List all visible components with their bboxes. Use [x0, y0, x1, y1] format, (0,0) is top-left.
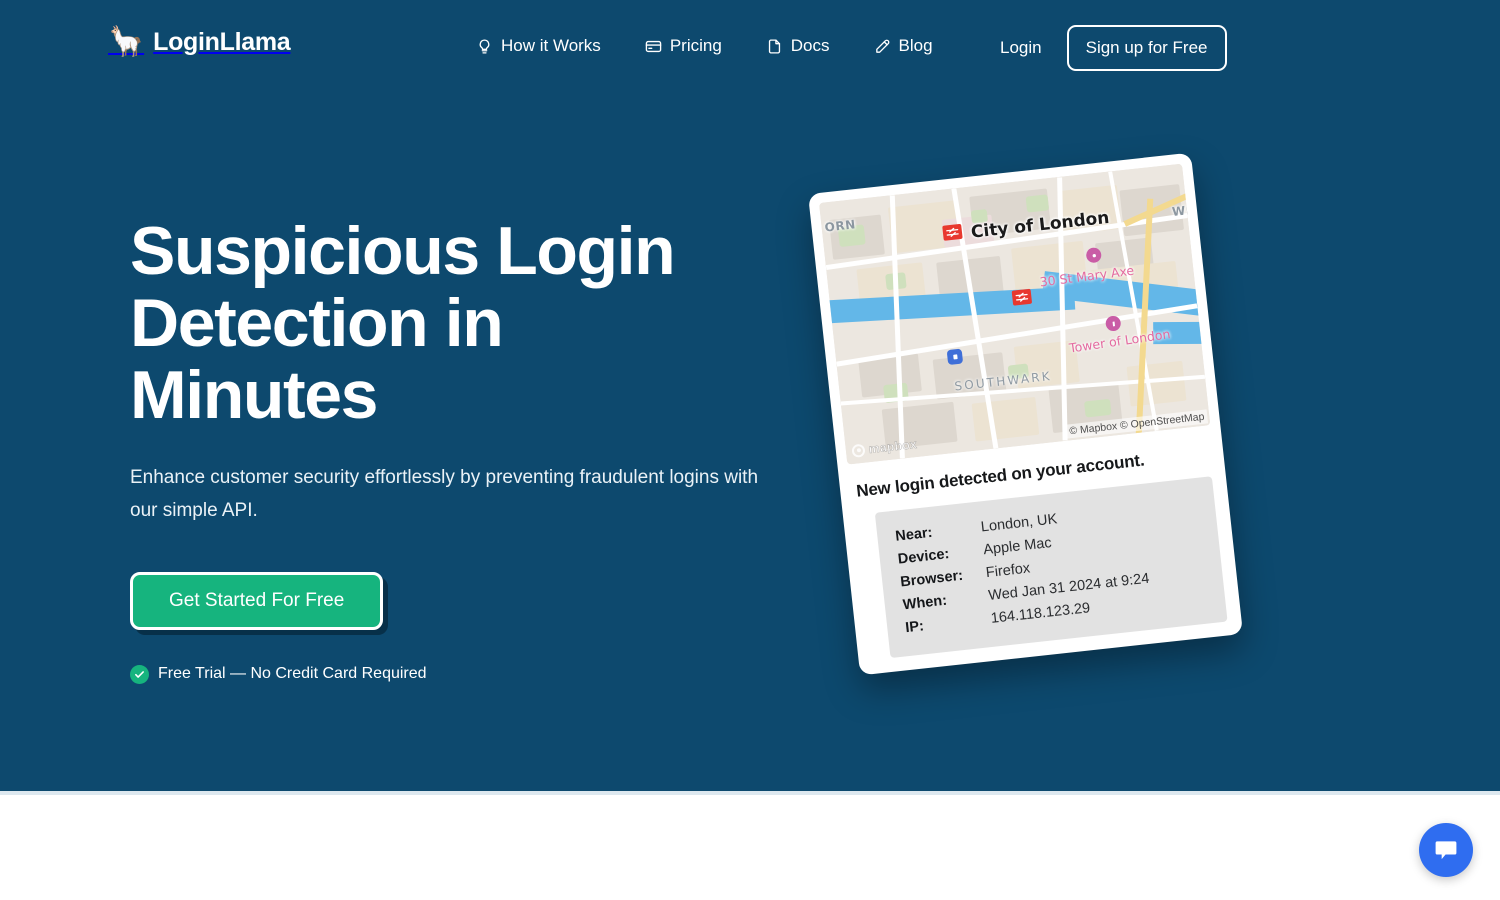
- rail-station-icon-2: [1011, 288, 1033, 306]
- brand-name: LoginLlama: [153, 28, 291, 56]
- chat-bubble-icon: [1433, 837, 1459, 863]
- detail-value: London, UK: [980, 511, 1059, 536]
- nav-item-blog[interactable]: Blog: [874, 36, 933, 56]
- nav-label: How it Works: [501, 36, 601, 55]
- nav-label: Pricing: [669, 36, 722, 55]
- notification-card-stage: City of London 30 St Mary Axe Tower of L…: [807, 152, 1244, 720]
- map-thumbnail[interactable]: City of London 30 St Mary Axe Tower of L…: [819, 163, 1211, 465]
- signup-button[interactable]: Sign up for Free: [1066, 25, 1227, 71]
- detail-value: Apple Mac: [982, 534, 1053, 559]
- transit-poi-icon: [946, 348, 964, 366]
- rail-station-icon: [942, 223, 963, 241]
- mapbox-logo-icon: [851, 443, 866, 458]
- detail-key: Browser:: [899, 567, 964, 591]
- nav-label: Docs: [790, 36, 830, 55]
- header-actions: Login Sign up for Free: [1000, 25, 1227, 71]
- detail-value: 164.118.123.29: [990, 600, 1091, 627]
- hero-section: 🦙 LoginLlama How it Works Pricing Docs B…: [0, 0, 1500, 795]
- credit-card-icon: [645, 38, 662, 55]
- lightbulb-icon: [476, 38, 493, 55]
- pencil-icon: [874, 38, 891, 55]
- brand-logo[interactable]: 🦙 LoginLlama: [108, 26, 291, 58]
- site-header: 🦙 LoginLlama How it Works Pricing Docs B…: [0, 0, 1500, 98]
- nav-item-pricing[interactable]: Pricing: [645, 36, 722, 56]
- page-root: 🦙 LoginLlama How it Works Pricing Docs B…: [0, 0, 1500, 900]
- hero-subheading: Enhance customer security effortlessly b…: [130, 467, 759, 522]
- detail-key: When:: [902, 592, 948, 614]
- check-circle-icon: [130, 664, 149, 684]
- notification-details: Near: London, UK Device: Apple Mac Brows…: [874, 476, 1228, 659]
- nav-label: Blog: [898, 36, 933, 55]
- nav-item-docs[interactable]: Docs: [766, 36, 830, 56]
- trust-label: Free Trial — No Credit Card Required: [158, 665, 427, 683]
- file-icon: [766, 38, 783, 55]
- trust-row: Free Trial — No Credit Card Required: [130, 664, 820, 684]
- nav-item-how-it-works[interactable]: How it Works: [476, 36, 601, 56]
- login-link[interactable]: Login: [1000, 38, 1042, 58]
- llama-icon: 🦙: [108, 26, 145, 58]
- hero-content: Suspicious Login Detection in Minutes En…: [130, 215, 820, 684]
- detail-value: Firefox: [985, 560, 1031, 582]
- detail-key: Near:: [894, 524, 934, 545]
- get-started-button[interactable]: Get Started For Free: [130, 571, 384, 630]
- primary-nav: How it Works Pricing Docs Blog: [476, 36, 933, 56]
- detail-key: IP:: [904, 618, 925, 637]
- page-title: Suspicious Login Detection in Minutes: [130, 213, 676, 434]
- login-notification-card: City of London 30 St Mary Axe Tower of L…: [807, 152, 1244, 676]
- map-label-edge-right: WH: [1171, 202, 1198, 219]
- chat-widget-button[interactable]: [1419, 823, 1473, 877]
- detail-key: Device:: [897, 546, 951, 568]
- cta-container: Get Started For Free: [130, 571, 820, 630]
